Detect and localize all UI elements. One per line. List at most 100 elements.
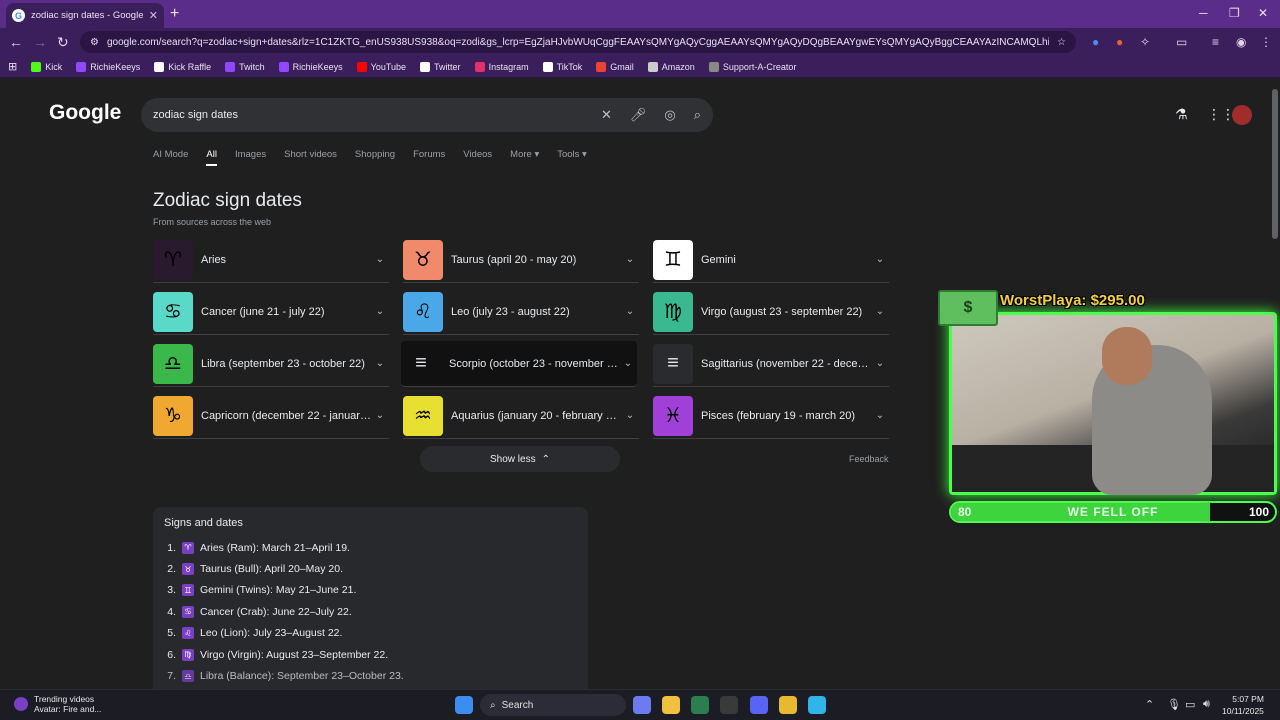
chevron-down-icon[interactable]: ⌄ — [371, 254, 389, 265]
taskbar-search[interactable]: ⌕ Search — [480, 694, 626, 716]
clock[interactable]: 5:07 PM 10/11/2025 — [1222, 693, 1264, 717]
cast-icon[interactable]: ▭ — [1176, 35, 1187, 49]
scrollbar-thumb[interactable] — [1272, 89, 1278, 239]
chevron-down-icon[interactable]: ⌄ — [371, 306, 389, 317]
address-bar[interactable]: ⚙ google.com/search?q=zodiac+sign+dates&… — [80, 31, 1076, 53]
sign-item[interactable]: ♍ Virgo (august 23 - september 22) ⌄ — [653, 289, 889, 335]
volume-icon[interactable]: 🔊︎ — [1203, 698, 1210, 711]
tab-tools[interactable]: Tools ▾ — [557, 149, 587, 166]
close-window-icon[interactable]: ✕ — [1258, 6, 1268, 20]
new-tab-icon[interactable]: + — [170, 5, 179, 23]
close-tab-icon[interactable]: ✕ — [149, 9, 158, 22]
tab-short-videos[interactable]: Short videos — [284, 149, 337, 166]
bookmark-item[interactable]: TikTok — [542, 61, 582, 72]
tab-more[interactable]: More ▾ — [510, 149, 539, 166]
chevron-down-icon[interactable]: ⌄ — [619, 358, 637, 369]
widgets-button[interactable]: Trending videos Avatar: Fire and... — [14, 694, 101, 714]
lens-camera-icon[interactable]: ◎ — [664, 107, 675, 123]
search-input[interactable]: zodiac sign dates — [153, 109, 583, 121]
restore-icon[interactable]: ❐ — [1229, 6, 1240, 20]
chevron-down-icon[interactable]: ⌄ — [621, 254, 639, 265]
sign-item[interactable]: ♒ Aquarius (january 20 - february 18) ⌄ — [403, 393, 639, 439]
sign-item[interactable]: ♎ Libra (september 23 - october 22) ⌄ — [153, 341, 389, 387]
chevron-down-icon[interactable]: ⌄ — [621, 410, 639, 421]
app-icon[interactable] — [808, 696, 826, 714]
search-box[interactable]: zodiac sign dates ✕ 🎤︎ ◎ ⌕ — [141, 98, 713, 132]
list-item: 5. ♌ Leo (Lion): July 23–August 22. — [164, 623, 577, 644]
clear-icon[interactable]: ✕ — [601, 107, 612, 123]
microphone-icon[interactable]: 🎙︎ — [1167, 698, 1181, 711]
chevron-down-icon[interactable]: ⌄ — [871, 306, 889, 317]
sign-item[interactable]: ♌ Leo (july 23 - august 22) ⌄ — [403, 289, 639, 335]
goal-target: 100 — [1248, 505, 1269, 519]
sign-item[interactable]: ♈ Aries ⌄ — [153, 237, 389, 283]
youtube-icon — [356, 61, 367, 72]
chevron-down-icon[interactable]: ⌄ — [371, 410, 389, 421]
bookmark-star-icon[interactable]: ☆ — [1057, 37, 1066, 48]
excel-icon[interactable] — [691, 696, 709, 714]
chevron-down-icon[interactable]: ⌄ — [871, 410, 889, 421]
sign-item[interactable]: ♊ Gemini ⌄ — [653, 237, 889, 283]
bookmark-item[interactable]: RichieKeeys — [76, 61, 140, 72]
bookmark-item[interactable]: Support-A-Creator — [708, 61, 796, 72]
labs-flask-icon[interactable]: ⚗ — [1175, 106, 1188, 123]
tab-ai-mode[interactable]: AI Mode — [153, 149, 188, 166]
sign-item[interactable]: ♋ Cancer (june 21 - july 22) ⌄ — [153, 289, 389, 335]
tab-images[interactable]: Images — [235, 149, 266, 166]
chevron-down-icon[interactable]: ⌄ — [871, 254, 889, 265]
sign-item[interactable]: ♉ Taurus (april 20 - may 20) ⌄ — [403, 237, 639, 283]
bookmark-item[interactable]: Twitch — [225, 61, 265, 72]
signs-and-dates-card: Signs and dates 1. ♈ Aries (Ram): March 21… — [153, 507, 588, 697]
extensions-puzzle-icon[interactable]: ✧ — [1140, 35, 1150, 49]
bookmark-item[interactable]: RichieKeeys — [278, 61, 343, 72]
start-windows-icon[interactable] — [455, 696, 473, 714]
reload-icon[interactable]: ↻ — [57, 34, 69, 51]
chevron-down-icon[interactable]: ⌄ — [621, 306, 639, 317]
bookmark-item[interactable]: Gmail — [596, 61, 634, 72]
tab-all[interactable]: All — [206, 149, 217, 166]
back-icon[interactable]: ← — [9, 34, 23, 50]
extension-icon[interactable]: ● — [1116, 35, 1123, 49]
bookmark-item[interactable]: Kick Raffle — [154, 61, 211, 72]
apps-grid-icon[interactable]: ⊞ — [8, 60, 17, 73]
minimize-icon[interactable]: ─ — [1199, 6, 1208, 20]
copilot-icon[interactable] — [633, 696, 651, 714]
chevron-up-icon[interactable]: ⌃ — [1145, 698, 1154, 711]
chrome-icon[interactable] — [779, 696, 797, 714]
tab-forums[interactable]: Forums — [413, 149, 445, 166]
network-icon[interactable]: ▭ — [1185, 698, 1195, 711]
bookmark-item[interactable]: Kick — [31, 61, 62, 72]
chevron-down-icon[interactable]: ⌄ — [371, 358, 389, 369]
bookmark-item[interactable]: Amazon — [647, 61, 695, 72]
discord-icon[interactable] — [750, 696, 768, 714]
bookmark-item[interactable]: Twitter — [420, 61, 461, 72]
signs-list: 1. ♈ Aries (Ram): March 21–April 19. 2. ♉ Tau… — [164, 537, 577, 687]
bookmark-item[interactable]: Instagram — [474, 61, 529, 72]
tab-videos[interactable]: Videos — [463, 149, 492, 166]
show-less-button[interactable]: Show less ⌃ — [420, 446, 620, 472]
sign-item[interactable]: ≡ Sagittarius (november 22 - december 21)… — [653, 341, 889, 387]
profile-icon[interactable]: ◉ — [1236, 35, 1246, 49]
microphone-icon[interactable]: 🎤︎ — [630, 107, 647, 123]
file-explorer-icon[interactable] — [662, 696, 680, 714]
extension-icon[interactable]: ● — [1092, 35, 1099, 49]
search-icon[interactable]: ⌕ — [694, 107, 701, 123]
browser-tab[interactable]: G zodiac sign dates - Google Sea ✕ — [6, 3, 164, 28]
sign-item[interactable]: ♓ Pisces (february 19 - march 20) ⌄ — [653, 393, 889, 439]
sign-item[interactable]: ≡ Scorpio (october 23 - november 21) ⌄ — [401, 341, 637, 387]
feedback-link[interactable]: Feedback — [849, 454, 889, 464]
site-info-icon[interactable]: ⚙ — [90, 37, 99, 48]
widget-subtitle: Avatar: Fire and... — [34, 704, 102, 714]
apps-grid-icon[interactable]: ⋮⋮ — [1207, 106, 1235, 123]
chevron-down-icon[interactable]: ⌄ — [871, 358, 889, 369]
avatar[interactable] — [1232, 105, 1252, 125]
forward-icon[interactable]: → — [33, 34, 47, 50]
bookmark-item[interactable]: YouTube — [356, 61, 406, 72]
tab-shopping[interactable]: Shopping — [355, 149, 395, 166]
tab-strip: G zodiac sign dates - Google Sea ✕ + ─ ❐… — [0, 0, 1280, 28]
google-logo[interactable]: Google — [49, 101, 121, 125]
sign-item[interactable]: ♑ Capricorn (december 22 - january 19) ⌄ — [153, 393, 389, 439]
xbox-icon[interactable] — [720, 696, 738, 714]
media-icon[interactable]: ≡ — [1212, 35, 1219, 49]
menu-icon[interactable]: ⋮ — [1260, 35, 1272, 49]
